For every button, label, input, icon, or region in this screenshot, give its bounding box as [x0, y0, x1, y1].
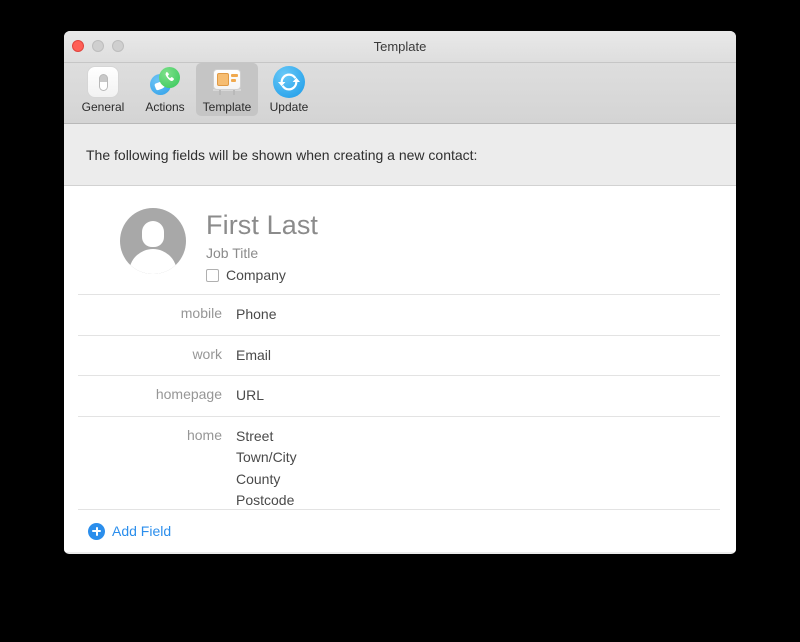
contact-job-title[interactable]: Job Title: [206, 245, 318, 262]
preferences-window: Template General Actions Template Update…: [64, 31, 736, 554]
field-value-line: Email: [236, 346, 272, 363]
field-value-home-address[interactable]: Street Town/City County Postcode: [236, 426, 297, 512]
company-row[interactable]: Company: [206, 267, 318, 283]
field-value-work[interactable]: Email: [236, 345, 271, 367]
toolbar-label-actions: Actions: [145, 100, 185, 114]
field-row-homepage[interactable]: homepage URL: [78, 375, 720, 416]
toolbar-item-actions[interactable]: Actions: [134, 63, 196, 116]
contact-fields-list: mobile Phone work Email homepage URL hom…: [64, 294, 736, 521]
toolbar-label-template: Template: [202, 100, 252, 114]
field-label-work[interactable]: work: [78, 345, 236, 363]
window-titlebar: Template: [64, 31, 736, 63]
toolbar-item-general[interactable]: General: [72, 63, 134, 116]
toolbar-label-general: General: [81, 100, 125, 114]
address-line-city: Town/City: [236, 449, 297, 465]
address-line-street: Street: [236, 427, 274, 444]
toolbar-item-template[interactable]: Template: [196, 63, 258, 116]
field-value-line: URL: [236, 387, 265, 403]
instruction-text: The following fields will be shown when …: [64, 124, 736, 186]
contact-name[interactable]: First Last: [206, 210, 318, 240]
person-placeholder-avatar[interactable]: [120, 208, 186, 274]
window-title: Template: [373, 39, 427, 54]
screen-background: Template General Actions Template Update…: [0, 0, 800, 642]
preferences-toolbar: General Actions Template Update: [64, 63, 736, 124]
address-line-county: County: [236, 470, 281, 487]
plus-circle-icon: [88, 522, 105, 540]
field-value-mobile[interactable]: Phone: [236, 304, 276, 326]
refresh-sync-icon: [273, 66, 305, 98]
toggle-switch-icon: [87, 66, 119, 98]
field-row-home-address[interactable]: home Street Town/City County Postcode: [78, 415, 720, 521]
contact-name-block: First Last Job Title Company: [206, 208, 318, 283]
add-field-label: Add Field: [112, 523, 172, 539]
add-field-button[interactable]: Add Field: [78, 509, 720, 552]
contact-template-card: First Last Job Title Company mobile Phon…: [64, 186, 736, 552]
field-label-homepage[interactable]: homepage: [78, 385, 236, 403]
toolbar-item-update[interactable]: Update: [258, 63, 320, 116]
phone-message-icon: [149, 66, 181, 98]
field-row-mobile[interactable]: mobile Phone: [78, 294, 720, 335]
field-value-line: Phone: [236, 306, 277, 322]
toolbar-label-update: Update: [269, 100, 309, 114]
contact-header: First Last Job Title Company: [64, 186, 736, 294]
field-label-mobile[interactable]: mobile: [78, 304, 236, 322]
field-row-work[interactable]: work Email: [78, 334, 720, 376]
company-checkbox[interactable]: [206, 268, 219, 282]
field-label-home[interactable]: home: [78, 426, 236, 444]
field-value-homepage[interactable]: URL: [236, 385, 264, 407]
template-card-icon: [211, 66, 243, 98]
company-label: Company: [226, 267, 286, 283]
